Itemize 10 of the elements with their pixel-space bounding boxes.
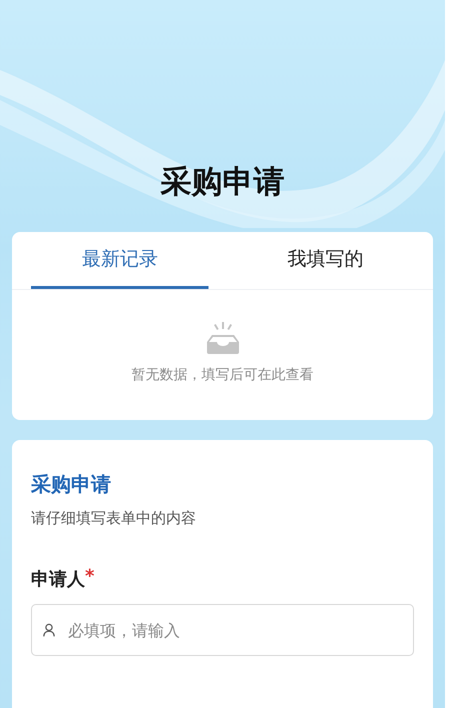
form-description: 请仔细填写表单中的内容 [31,508,197,528]
empty-message: 暂无数据，填写后可在此查看 [132,366,314,384]
field-label: 申请人 [31,568,85,592]
page-title: 采购申请 [160,163,284,202]
form-title: 采购申请 [31,471,112,498]
required-mark: * [85,568,94,586]
tab[interactable]: 最新记录 [31,232,222,289]
tab[interactable]: 我填写的 [222,232,414,289]
empty-inbox-icon [206,322,240,354]
input-field[interactable]: 必填项，请输入 [31,604,414,656]
